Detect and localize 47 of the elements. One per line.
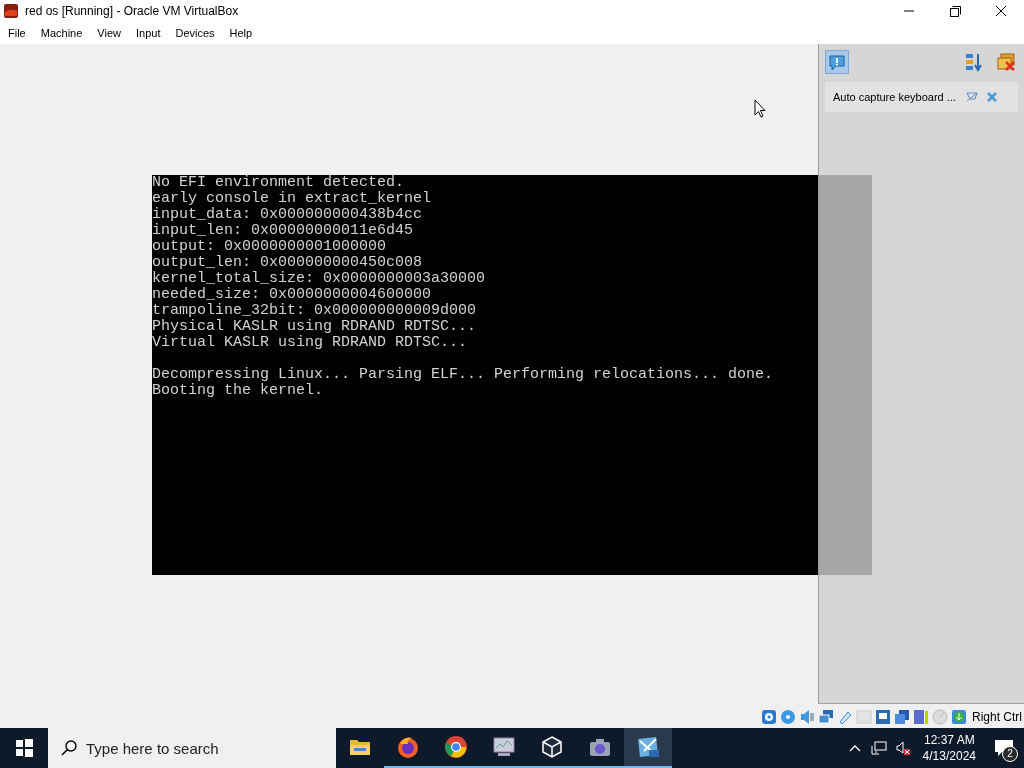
chrome-icon <box>444 735 468 759</box>
menu-item[interactable]: Devices <box>175 27 215 39</box>
console-line: Physical KASLR using RDRAND RDTSC... <box>152 319 478 335</box>
console-line: Decompressing Linux... Parsing ELF... Performing relocations... done. <box>152 367 775 383</box>
mouse-pointer-icon <box>754 99 766 118</box>
console-line: kernel_total_size: 0x0000000003a30000 <box>152 271 487 287</box>
clock-date: 4/13/2024 <box>922 748 976 764</box>
console-line: Virtual KASLR using RDRAND RDTSC... <box>152 335 469 351</box>
console-line: output_len: 0x000000000450c008 <box>152 255 424 271</box>
notification-center-icon[interactable] <box>825 50 849 74</box>
monitor-icon <box>492 735 516 759</box>
action-center-button[interactable]: 2 <box>984 728 1024 768</box>
console-line: input_data: 0x000000000438b4cc <box>152 207 424 223</box>
console-line: early console in extract_kernel <box>152 191 433 207</box>
taskbar-app[interactable] <box>624 728 672 768</box>
console-line: output: 0x0000000001000000 <box>152 239 388 255</box>
host-key-icon[interactable] <box>951 709 967 725</box>
display-icon[interactable] <box>875 709 891 725</box>
usb-icon[interactable] <box>837 709 853 725</box>
window-title: red os [Running] - Oracle VM VirtualBox <box>25 4 239 18</box>
notification-item[interactable]: Auto capture keyboard ... <box>825 82 1018 112</box>
search-field[interactable]: Type here to search <box>48 728 336 768</box>
speaker-muted-icon[interactable] <box>894 740 911 756</box>
notification-text: Auto capture keyboard ... <box>833 91 956 103</box>
network-icon[interactable] <box>818 709 834 725</box>
console-line: input_len: 0x00000000011e6d45 <box>152 223 415 239</box>
host-key-label: Right Ctrl <box>972 710 1022 724</box>
clock[interactable]: 12:37 AM 4/13/2024 <box>914 732 984 764</box>
clock-time: 12:37 AM <box>923 732 975 748</box>
console-line: No EFI environment detected. <box>152 175 406 191</box>
video-capture-icon[interactable] <box>894 709 910 725</box>
menu-item[interactable]: Input <box>135 27 161 39</box>
network-icon[interactable] <box>870 740 887 756</box>
console-line: trampoline_32bit: 0x000000000009d000 <box>152 303 478 319</box>
console-line: needed_size: 0x0000000004600000 <box>152 287 433 303</box>
window-xp-icon <box>636 735 660 759</box>
app-logo-icon <box>3 3 19 19</box>
firefox-icon <box>396 735 420 759</box>
menu-item[interactable]: View <box>97 27 121 39</box>
menu-item[interactable]: File <box>8 27 26 39</box>
menu-item[interactable]: Help <box>229 27 253 39</box>
optical-disc-icon[interactable] <box>780 709 796 725</box>
cube-icon <box>540 735 564 759</box>
speaker-icon[interactable] <box>799 709 815 725</box>
menu-item[interactable]: Machine <box>40 27 83 39</box>
notification-badge: 2 <box>1002 746 1018 762</box>
console-line: Booting the kernel. <box>152 383 325 399</box>
